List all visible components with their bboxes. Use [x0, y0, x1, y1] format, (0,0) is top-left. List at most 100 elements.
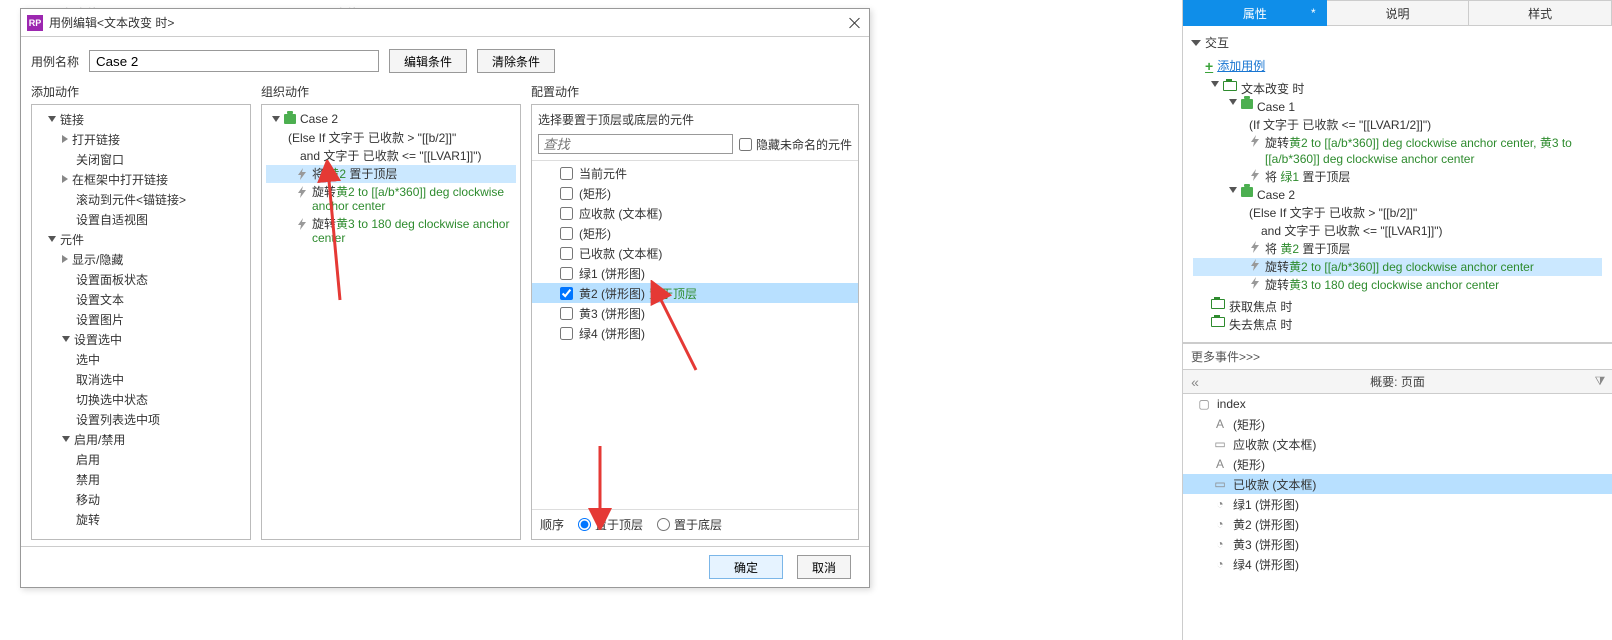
outline-item[interactable]: A(矩形)	[1183, 454, 1612, 474]
case-node[interactable]: Case 2	[1193, 186, 1602, 204]
tree-group-selected[interactable]: 设置选中	[34, 329, 248, 349]
outline-list[interactable]: ▢indexA(矩形)▭应收款 (文本框)A(矩形)▭已收款 (文本框)◔绿1 …	[1183, 394, 1612, 640]
edit-condition-button[interactable]: 编辑条件	[389, 49, 467, 73]
tree-group-enable[interactable]: 启用/禁用	[34, 429, 248, 449]
case-name-input[interactable]	[89, 50, 379, 72]
filter-icon[interactable]: ⧩	[1588, 374, 1612, 389]
org-condition: and 文字于 已收款 <= "[[LVAR1]]")	[266, 147, 516, 165]
case-name-label: 用例名称	[31, 53, 79, 70]
order-row: 顺序 置于顶层 置于底层	[532, 509, 858, 539]
configure-item[interactable]: 绿4 (饼形图)	[532, 323, 858, 343]
case-icon	[284, 114, 296, 124]
add-actions-title: 添加动作	[31, 79, 251, 104]
close-icon[interactable]	[847, 15, 863, 31]
field-icon: ▭	[1213, 437, 1227, 451]
app-logo-icon: RP	[27, 15, 43, 31]
tree-item[interactable]: 设置文本	[34, 289, 248, 309]
configure-item[interactable]: (矩形)	[532, 183, 858, 203]
outline-item[interactable]: ▭已收款 (文本框)	[1183, 474, 1612, 494]
configure-widget-list[interactable]: 当前元件(矩形)应收款 (文本框)(矩形)已收款 (文本框)绿1 (饼形图)黄2…	[532, 161, 858, 509]
dialog-title: 用例编辑<文本改变 时>	[49, 14, 847, 31]
pie-icon: ◔	[1213, 557, 1227, 571]
tree-item[interactable]: 设置面板状态	[34, 269, 248, 289]
bolt-icon	[1249, 277, 1261, 289]
org-action-rotate[interactable]: 旋转黄3 to 180 deg clockwise anchor center	[266, 215, 516, 247]
configure-actions-title: 配置动作	[531, 79, 859, 104]
tree-item[interactable]: 启用	[34, 449, 248, 469]
outline-item[interactable]: ◔黄2 (饼形图)	[1183, 514, 1612, 534]
tab-properties[interactable]: 属性*	[1183, 0, 1327, 26]
tree-item[interactable]: 设置图片	[34, 309, 248, 329]
configure-item[interactable]: 绿1 (饼形图)	[532, 263, 858, 283]
outline-item[interactable]: A(矩形)	[1183, 414, 1612, 434]
org-action-bring-front[interactable]: 将 黄2 置于顶层	[266, 165, 516, 183]
dialog-header: RP 用例编辑<文本改变 时>	[21, 9, 869, 37]
bolt-icon	[1249, 135, 1261, 147]
cancel-button[interactable]: 取消	[797, 555, 851, 579]
add-actions-tree[interactable]: 链接 打开链接 关闭窗口 在框架中打开链接 滚动到元件<锚链接> 设置自适视图 …	[31, 104, 251, 540]
configure-item[interactable]: 应收款 (文本框)	[532, 203, 858, 223]
configure-item[interactable]: (矩形)	[532, 223, 858, 243]
A-icon: A	[1213, 457, 1227, 471]
outline-item[interactable]: ◔绿4 (饼形图)	[1183, 554, 1612, 574]
action-bring-front[interactable]: 将 黄2 置于顶层	[1193, 240, 1602, 258]
case-condition: (Else If 文字于 已收款 > "[[b/2]]"	[1193, 204, 1602, 222]
order-top-radio[interactable]: 置于顶层	[578, 516, 643, 533]
org-action-rotate[interactable]: 旋转黄2 to [[a/b*360]] deg clockwise anchor…	[266, 183, 516, 215]
ok-button[interactable]: 确定	[709, 555, 783, 579]
tree-item[interactable]: 显示/隐藏	[34, 249, 248, 269]
tree-group-widgets[interactable]: 元件	[34, 229, 248, 249]
action-rotate[interactable]: 旋转黄3 to 180 deg clockwise anchor center	[1193, 276, 1602, 294]
case-condition: and 文字于 已收款 <= "[[LVAR1]]")	[1193, 222, 1602, 240]
more-events-link[interactable]: 更多事件>>>	[1183, 343, 1612, 370]
case-node[interactable]: Case 1	[1193, 98, 1602, 116]
tab-notes[interactable]: 说明	[1327, 0, 1470, 26]
add-case-link[interactable]: +添加用例	[1205, 57, 1602, 74]
configure-item[interactable]: 黄2 (饼形图)置于顶层	[532, 283, 858, 303]
event-text-change[interactable]: 文本改变 时	[1193, 80, 1602, 98]
tree-item[interactable]: 打开链接	[34, 129, 248, 149]
order-bottom-radio[interactable]: 置于底层	[657, 516, 722, 533]
configure-item[interactable]: 黄3 (饼形图)	[532, 303, 858, 323]
tree-group-links[interactable]: 链接	[34, 109, 248, 129]
tree-item[interactable]: 关闭窗口	[34, 149, 248, 169]
bolt-icon	[1249, 241, 1261, 253]
tree-item[interactable]: 在框架中打开链接	[34, 169, 248, 189]
outline-item[interactable]: ▢index	[1183, 394, 1612, 414]
outline-item[interactable]: ◔黄3 (饼形图)	[1183, 534, 1612, 554]
tree-item[interactable]: 设置自适视图	[34, 209, 248, 229]
tree-item[interactable]: 滚动到元件<锚链接>	[34, 189, 248, 209]
outline-item[interactable]: ▭应收款 (文本框)	[1183, 434, 1612, 454]
pie-icon: ◔	[1213, 497, 1227, 511]
tree-item[interactable]: 切换选中状态	[34, 389, 248, 409]
configure-item[interactable]: 当前元件	[532, 163, 858, 183]
field-icon: ▭	[1213, 477, 1227, 491]
outline-item[interactable]: ◔绿1 (饼形图)	[1183, 494, 1612, 514]
page-icon: ▢	[1197, 397, 1211, 411]
tree-item[interactable]: 禁用	[34, 469, 248, 489]
org-case-node[interactable]: Case 2	[266, 109, 516, 129]
action-bring-front[interactable]: 将 绿1 置于顶层	[1193, 168, 1602, 186]
clear-condition-button[interactable]: 清除条件	[477, 49, 555, 73]
action-rotate[interactable]: 旋转黄2 to [[a/b*360]] deg clockwise anchor…	[1193, 134, 1602, 168]
hide-unnamed-checkbox[interactable]: 隐藏未命名的元件	[739, 136, 852, 153]
tree-item[interactable]: 移动	[34, 489, 248, 509]
bolt-icon	[1249, 169, 1261, 181]
interactions-header[interactable]: 交互	[1193, 34, 1602, 51]
tree-item[interactable]: 取消选中	[34, 369, 248, 389]
configure-search-input[interactable]	[538, 134, 733, 154]
case-icon	[1241, 99, 1253, 109]
event-icon	[1211, 317, 1225, 327]
event-got-focus[interactable]: 获取焦点 时	[1193, 298, 1602, 316]
configure-item[interactable]: 已收款 (文本框)	[532, 243, 858, 263]
organize-actions-box[interactable]: Case 2 (Else If 文字于 已收款 > "[[b/2]]" and …	[261, 104, 521, 540]
tree-item[interactable]: 旋转	[34, 509, 248, 529]
plus-icon: +	[1205, 58, 1213, 74]
tab-style[interactable]: 样式	[1469, 0, 1612, 26]
outline-title: 概要: 页面	[1207, 373, 1588, 390]
tree-item[interactable]: 选中	[34, 349, 248, 369]
outline-back-icon[interactable]: «	[1183, 374, 1207, 390]
action-rotate[interactable]: 旋转黄2 to [[a/b*360]] deg clockwise anchor…	[1193, 258, 1602, 276]
event-lost-focus[interactable]: 失去焦点 时	[1193, 316, 1602, 334]
tree-item[interactable]: 设置列表选中项	[34, 409, 248, 429]
